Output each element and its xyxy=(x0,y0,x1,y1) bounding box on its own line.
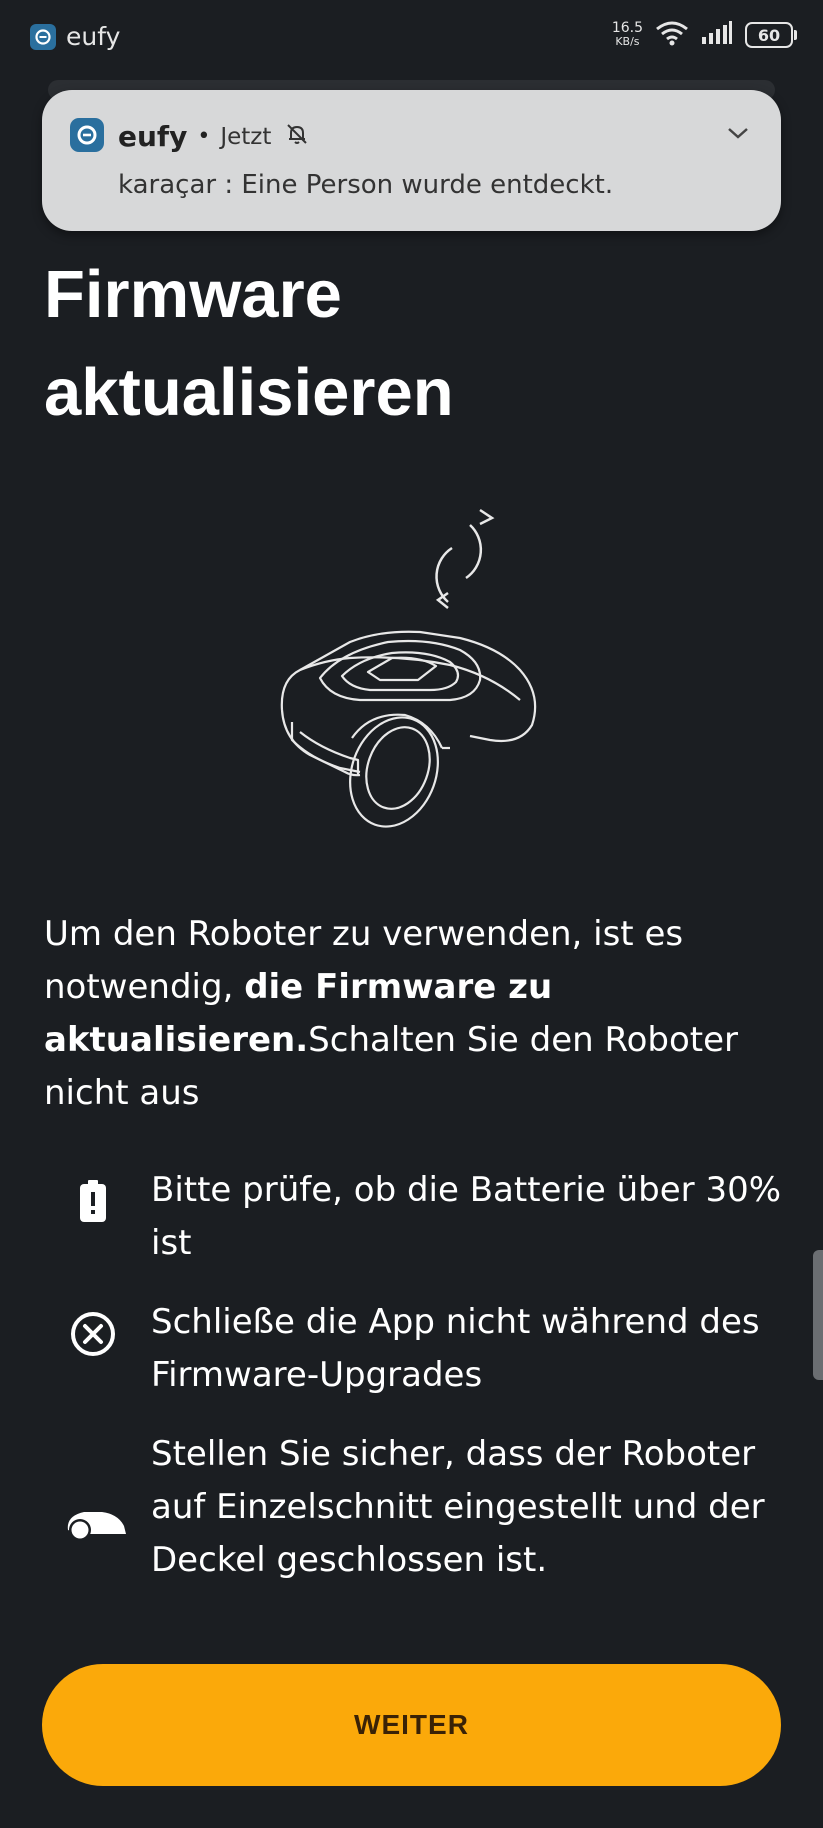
status-bar-app-name: eufy xyxy=(66,22,121,51)
page-title-line2: aktualisieren xyxy=(44,355,454,430)
network-speed-unit: KB/s xyxy=(615,35,640,48)
robot-update-illustration xyxy=(270,500,570,834)
refresh-icon xyxy=(435,508,495,609)
notification-app-name: eufy xyxy=(118,120,188,153)
page-title-line1: Firmware xyxy=(44,257,342,332)
signal-icon xyxy=(701,21,733,49)
continue-button[interactable]: WEITER xyxy=(42,1664,781,1786)
notification-message: karaçar : Eine Person wurde entdeckt. xyxy=(118,170,614,200)
network-speed: 16.5 KB/s xyxy=(611,20,643,48)
battery-icon: 60 xyxy=(745,22,797,48)
requirement-text: Schließe die App nicht während des Firmw… xyxy=(151,1302,760,1395)
wifi-icon xyxy=(655,20,689,50)
eufy-app-icon xyxy=(70,118,104,152)
notification-separator: • xyxy=(197,124,211,149)
requirement-text: Stellen Sie sicher, dass der Roboter auf… xyxy=(151,1434,765,1580)
scrollbar[interactable] xyxy=(813,1250,823,1380)
status-bar: eufy 16.5 KB/s 60 xyxy=(0,0,823,76)
notification-header: eufy • Jetzt xyxy=(118,120,309,153)
network-speed-value: 16.5 xyxy=(611,20,643,36)
notification-card[interactable]: eufy • Jetzt karaçar : Eine Person wurde… xyxy=(42,90,781,231)
robot-mower-illustration xyxy=(280,508,537,828)
close-circle-icon xyxy=(58,1310,128,1358)
eufy-app-icon xyxy=(30,23,56,50)
battery-level: 60 xyxy=(757,25,781,45)
notification-time: Jetzt xyxy=(220,123,272,150)
battery-alert-icon xyxy=(58,1180,128,1224)
requirement-text: Bitte prüfe, ob die Batterie über 30% is… xyxy=(151,1170,782,1263)
status-bar-indicators: 16.5 KB/s 60 xyxy=(611,20,797,50)
bell-off-icon xyxy=(285,122,309,152)
chevron-down-icon[interactable] xyxy=(725,120,751,150)
status-bar-app: eufy xyxy=(30,22,120,51)
update-description: Um den Roboter zu verwenden, ist es notw… xyxy=(44,908,784,1120)
mower-icon xyxy=(60,1506,130,1542)
page-title: Firmware aktualisieren xyxy=(44,246,454,442)
